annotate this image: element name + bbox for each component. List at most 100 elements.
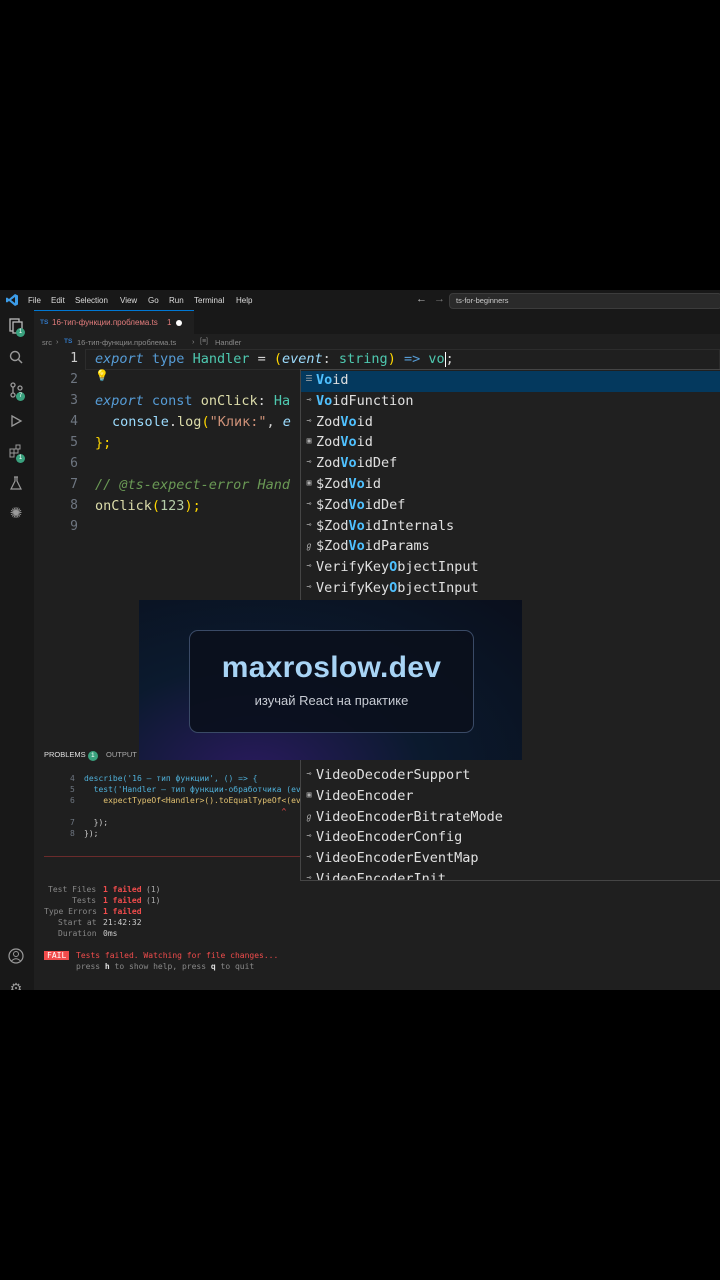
suggestion-label: ZodVoidDef <box>316 455 398 472</box>
chevron-right-icon: › <box>56 337 59 346</box>
suggestion-item[interactable]: ☰ Void <box>301 371 720 392</box>
suggestion-item[interactable]: ⊸ VoidFunction <box>301 392 720 413</box>
token: 123 <box>160 498 185 514</box>
terminal-code-line: test('Handler – тип функции-обработчика … <box>84 785 311 794</box>
suggestion-item[interactable]: ⊸ VideoEncoderConfig <box>301 828 720 849</box>
suggestion-label: $ZodVoidParams <box>316 538 430 555</box>
breadcrumb: src › TS 16-тип-функции.проблема.ts › [≡… <box>34 334 720 350</box>
menu-edit[interactable]: Edit <box>51 296 65 305</box>
summary-label: Tests <box>72 896 97 905</box>
interface-icon: ⊸ <box>306 498 312 508</box>
suggestion-label: VideoEncoder <box>316 787 414 804</box>
suggestion-label: ZodVoid <box>316 434 373 451</box>
token: ); <box>184 498 201 514</box>
suggestion-item[interactable]: ℊ VideoEncoderBitrateMode <box>301 808 720 829</box>
line-number: 8 <box>70 498 78 513</box>
source-control-icon[interactable]: 7 <box>8 382 25 401</box>
summary-extra: (1) <box>146 885 161 894</box>
menu-view[interactable]: View <box>120 296 137 305</box>
search-label: ts-for-beginners <box>456 296 509 305</box>
suggestion-item[interactable]: ⊸ ZodVoidDef <box>301 454 720 475</box>
command-center-search[interactable]: ts-for-beginners <box>449 293 720 309</box>
menu-go[interactable]: Go <box>148 296 159 305</box>
panel-tab-label: PROBLEMS <box>44 750 86 759</box>
account-icon[interactable] <box>8 948 24 964</box>
menu-file[interactable]: File <box>28 296 41 305</box>
line-number: 7 <box>70 477 78 492</box>
suggestion-item[interactable]: ⊸ VideoEncoderInit <box>301 870 720 881</box>
extensions-icon[interactable]: 1 <box>8 444 25 463</box>
suggestion-item[interactable]: ⊸ VideoEncoderEventMap <box>301 849 720 870</box>
tab-active-file[interactable]: TS 16-тип-функции.проблема.ts 1 <box>34 310 194 335</box>
token: log <box>177 414 202 430</box>
token: Ha <box>273 393 291 409</box>
run-debug-icon[interactable] <box>8 414 24 430</box>
suggestion-item[interactable]: ▣ $ZodVoid <box>301 475 720 496</box>
class-icon: ▣ <box>306 789 312 799</box>
explorer-icon[interactable]: 1 <box>8 318 25 337</box>
terminal-line-num: 7 <box>70 818 75 827</box>
summary-label: Duration <box>58 929 97 938</box>
token: => <box>395 351 429 367</box>
suggestion-item[interactable]: ⊸ $ZodVoidInternals <box>301 517 720 538</box>
token: : <box>257 393 266 409</box>
lightbulb-icon[interactable]: 💡 <box>95 369 109 382</box>
summary-label: Type Errors <box>44 907 97 916</box>
suggestion-item[interactable]: ▣ ZodVoid <box>301 433 720 454</box>
promo-card: maxroslow.dev изучай React на практике <box>189 630 474 733</box>
line-number: 9 <box>70 519 78 534</box>
terminal-line-num: 4 <box>70 774 75 783</box>
menu-help[interactable]: Help <box>236 296 252 305</box>
interface-icon: ⊸ <box>306 415 312 425</box>
suggestion-label: ZodVoid <box>316 413 373 430</box>
token: . <box>168 414 178 430</box>
suggestion-item[interactable]: ℊ $ZodVoidParams <box>301 537 720 558</box>
editor-tab-bar: TS 16-тип-функции.проблема.ts 1 <box>34 310 720 335</box>
tab-filename: 16-тип-функции.проблема.ts <box>52 318 158 327</box>
unsaved-dot-icon[interactable] <box>176 320 182 326</box>
search-icon[interactable] <box>8 350 24 366</box>
vscode-window: File Edit Selection View Go Run Terminal… <box>0 290 720 990</box>
back-arrow-icon[interactable]: ← <box>416 293 427 305</box>
breadcrumb-symbol[interactable]: Handler <box>215 338 241 347</box>
manage-gear-icon[interactable]: ⚙ <box>8 980 24 990</box>
explorer-badge: 1 <box>16 328 25 337</box>
typescript-file-icon: TS <box>40 319 49 326</box>
suggestion-item[interactable]: ⊸ $ZodVoidDef <box>301 496 720 517</box>
token: onClick <box>95 498 152 514</box>
suggestion-label: VideoEncoderInit <box>316 871 447 881</box>
breadcrumb-file[interactable]: 16-тип-функции.проблема.ts <box>77 338 176 347</box>
terminal-line-num: 5 <box>70 785 75 794</box>
summary-label: Test Files <box>48 885 97 894</box>
token: Handler <box>192 351 250 367</box>
suggestion-item[interactable]: ⊸ ZodVoid <box>301 413 720 434</box>
type-icon: ℊ <box>305 541 313 551</box>
suggestion-item[interactable]: ▣ VideoEncoder <box>301 787 720 808</box>
panel-tab-problems[interactable]: PROBLEMS 1 <box>44 750 98 761</box>
menu-selection[interactable]: Selection <box>75 296 108 305</box>
problems-count-badge: 1 <box>87 751 98 761</box>
terminal-line-num: 8 <box>70 829 75 838</box>
breadcrumb-ts-icon: TS <box>64 338 73 345</box>
breadcrumb-folder[interactable]: src <box>42 338 52 347</box>
testing-flask-icon[interactable] <box>8 476 24 492</box>
interface-icon: ⊸ <box>306 519 312 529</box>
help-text: press h to show help, press q to quit <box>76 962 254 971</box>
help-part: press <box>76 962 105 971</box>
suggestion-item[interactable]: ⊸ VerifyKeyObjectInput <box>301 579 720 600</box>
menu-terminal[interactable]: Terminal <box>194 296 224 305</box>
token: string <box>338 351 388 367</box>
title-bar: File Edit Selection View Go Run Terminal… <box>0 290 720 310</box>
suggestion-item[interactable]: ⊸ VerifyKeyObjectInput <box>301 558 720 579</box>
token: export <box>95 393 144 409</box>
ai-sparkle-icon[interactable]: ✺ <box>8 506 24 522</box>
interface-icon: ⊸ <box>306 457 312 467</box>
suggestion-item[interactable]: ⊸ VideoDecoderSupport <box>301 766 720 787</box>
menu-run[interactable]: Run <box>169 296 184 305</box>
token: console <box>112 414 169 430</box>
panel-tab-output[interactable]: OUTPUT <box>106 750 137 759</box>
forward-arrow-icon[interactable]: → <box>434 293 445 305</box>
code-line-7: // @ts-expect-error Hand <box>95 477 291 493</box>
token: const <box>151 393 193 409</box>
class-icon: ▣ <box>306 436 312 446</box>
